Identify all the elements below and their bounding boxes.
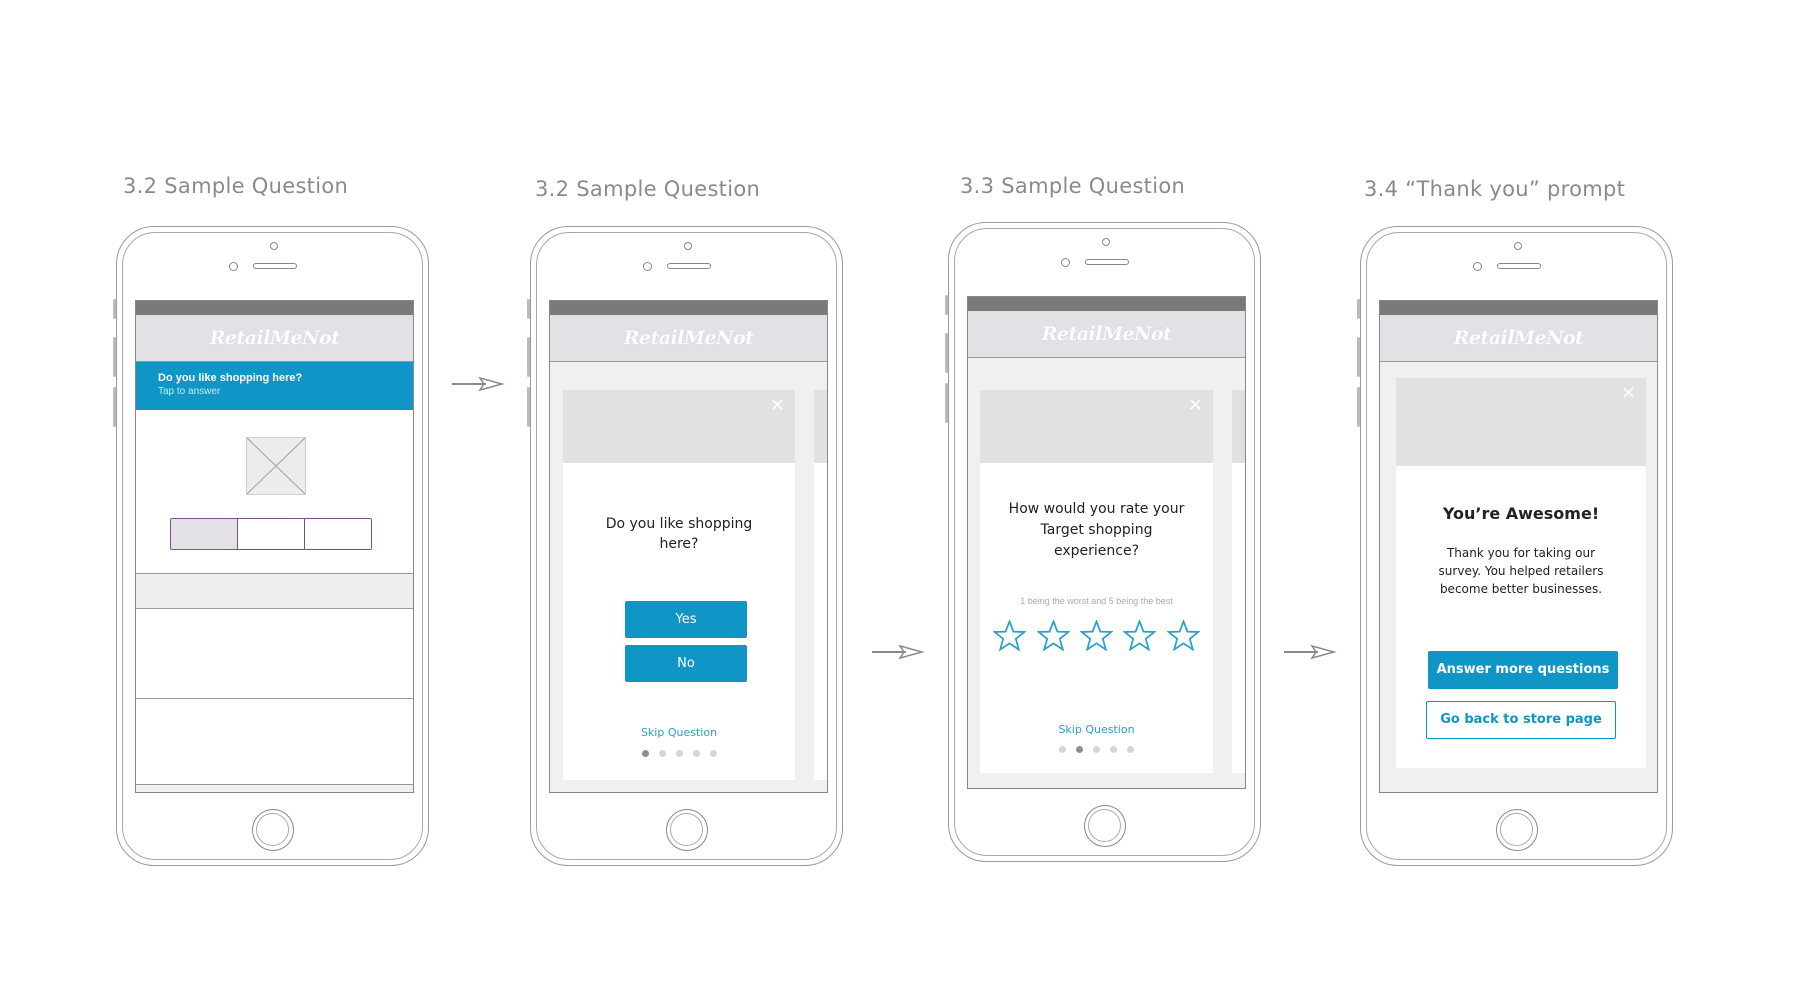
next-card-peek[interactable]	[814, 390, 827, 780]
app-header: RetailMeNot	[550, 315, 827, 362]
speaker-icon	[253, 263, 297, 269]
card-image-area	[980, 390, 1213, 463]
skip-question-link[interactable]: Skip Question	[563, 726, 795, 739]
rating-hint: 1 being the worst and 5 being the best	[1020, 596, 1173, 606]
card-image-area	[1396, 378, 1646, 466]
segment-1[interactable]	[171, 519, 238, 549]
phone-mockup-2: RetailMeNot × Do you like shopping here?…	[527, 226, 843, 866]
home-button	[665, 809, 708, 851]
page-dot[interactable]	[675, 750, 683, 757]
screen-3: RetailMeNot × How would you rate your Ta…	[967, 296, 1246, 789]
image-placeholder-icon	[246, 437, 306, 495]
phone-mockup-1: RetailMeNot Do you like shopping here? T…	[113, 226, 429, 866]
step-title-4: 3.4 “Thank you” prompt	[1364, 177, 1626, 201]
list-item[interactable]	[136, 699, 413, 785]
camera-icon	[1101, 238, 1110, 246]
page-dot[interactable]	[692, 750, 700, 757]
arrow-right-icon	[872, 644, 925, 660]
app-header: RetailMeNot	[968, 311, 1245, 358]
thank-you-heading: You’re Awesome!	[1442, 504, 1600, 523]
speaker-icon	[667, 263, 711, 269]
page-dot[interactable]	[658, 750, 666, 757]
star-rating	[980, 620, 1213, 656]
question-text: How would you rate your Target shopping …	[1008, 501, 1185, 559]
sensor-icon	[1061, 258, 1070, 267]
page-dot[interactable]	[1059, 746, 1066, 753]
thank-you-card: × You’re Awesome! Thank you for taking o…	[1396, 378, 1646, 768]
segment-3[interactable]	[305, 519, 371, 549]
thank-you-body: Thank you for taking our survey. You hel…	[1438, 546, 1604, 596]
question-card: × Do you like shopping here? Yes No Skip…	[563, 390, 795, 780]
star-icon[interactable]	[1166, 620, 1200, 651]
status-bar	[1380, 301, 1657, 315]
arrow-right-icon	[1284, 644, 1337, 660]
no-button[interactable]: No	[625, 645, 747, 682]
pagination-dots	[563, 750, 795, 757]
sensor-icon	[229, 262, 238, 271]
retailmenot-logo: RetailMeNot	[1453, 327, 1584, 349]
segmented-control	[170, 518, 372, 550]
step-title-1: 3.2 Sample Question	[123, 174, 349, 198]
status-bar	[550, 301, 827, 315]
star-icon[interactable]	[1036, 620, 1070, 651]
camera-icon	[269, 242, 278, 250]
speaker-icon	[1085, 259, 1129, 265]
sensor-icon	[643, 262, 652, 271]
phone-mockup-3: RetailMeNot × How would you rate your Ta…	[945, 222, 1261, 862]
sensor-icon	[1473, 262, 1482, 271]
yes-button[interactable]: Yes	[625, 601, 747, 638]
step-title-3: 3.3 Sample Question	[960, 174, 1186, 198]
page-dot[interactable]	[709, 750, 717, 757]
speaker-icon	[1497, 263, 1541, 269]
app-header: RetailMeNot	[136, 315, 413, 362]
phone-mockup-4: RetailMeNot × You’re Awesome! Thank you …	[1357, 226, 1673, 866]
retailmenot-logo: RetailMeNot	[1041, 323, 1172, 345]
close-icon[interactable]: ×	[770, 396, 785, 414]
question-card: × How would you rate your Target shoppin…	[980, 390, 1213, 773]
page-dot[interactable]	[1110, 746, 1117, 753]
close-icon[interactable]: ×	[1621, 384, 1636, 402]
list-item[interactable]	[136, 609, 413, 699]
screen-2: RetailMeNot × Do you like shopping here?…	[549, 300, 828, 793]
next-card-peek[interactable]	[1232, 390, 1245, 773]
retailmenot-logo: RetailMeNot	[623, 327, 754, 349]
card-image-area	[563, 390, 795, 463]
retailmenot-logo: RetailMeNot	[209, 327, 340, 349]
skip-question-link[interactable]: Skip Question	[980, 723, 1213, 736]
screen-4: RetailMeNot × You’re Awesome! Thank you …	[1379, 300, 1658, 793]
page-dot[interactable]	[1127, 746, 1134, 753]
page-dot[interactable]	[1076, 746, 1083, 753]
star-icon[interactable]	[1080, 620, 1113, 651]
content-block	[136, 410, 413, 574]
arrow-right-icon	[452, 376, 505, 392]
star-icon[interactable]	[1123, 620, 1157, 651]
status-bar	[136, 301, 413, 315]
home-button	[1495, 809, 1538, 851]
answer-more-button[interactable]: Answer more questions	[1428, 651, 1618, 689]
pagination-dots	[980, 746, 1213, 753]
app-header: RetailMeNot	[1380, 315, 1657, 362]
status-bar	[968, 297, 1245, 311]
close-icon[interactable]: ×	[1188, 396, 1203, 414]
question-text: Do you like shopping here?	[605, 516, 753, 552]
screen-1: RetailMeNot Do you like shopping here? T…	[135, 300, 414, 793]
back-to-store-button[interactable]: Go back to store page	[1426, 701, 1616, 739]
home-button	[1083, 805, 1126, 847]
camera-icon	[1513, 242, 1522, 250]
banner-hint: Tap to answer	[158, 386, 221, 397]
banner-question: Do you like shopping here?	[158, 372, 303, 384]
camera-icon	[683, 242, 692, 250]
star-icon[interactable]	[993, 620, 1027, 651]
step-title-2: 3.2 Sample Question	[535, 177, 761, 201]
segment-2[interactable]	[238, 519, 305, 549]
page-dot[interactable]	[1093, 746, 1100, 753]
home-button	[251, 809, 294, 851]
section-divider	[136, 574, 413, 609]
page-dot[interactable]	[641, 750, 649, 757]
survey-banner[interactable]: Do you like shopping here? Tap to answer	[136, 362, 413, 410]
